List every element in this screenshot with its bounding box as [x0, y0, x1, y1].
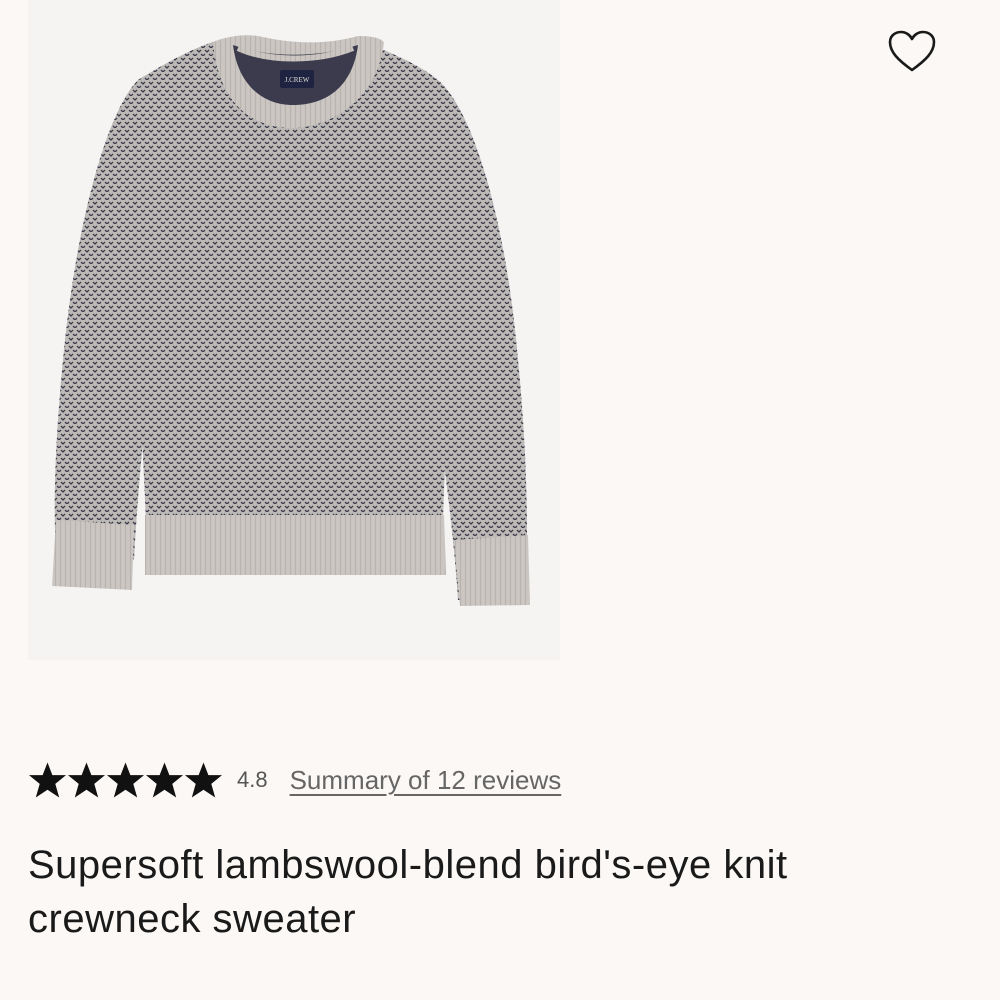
rating-value: 4.8 — [237, 767, 268, 792]
sweater-image: J.CREW — [52, 35, 530, 606]
product-title[interactable]: Supersoft lambswool-blend bird's-eye kni… — [28, 838, 928, 946]
star-rating — [28, 760, 223, 800]
favorite-button[interactable] — [886, 28, 938, 76]
star-filled-icon — [145, 762, 184, 798]
product-card: J.CREW 4.8 Summary of 12 reviews Superso… — [0, 0, 1000, 1000]
product-image[interactable]: J.CREW — [28, 0, 560, 660]
star-filled-icon — [67, 762, 106, 798]
heart-outline-icon — [888, 30, 936, 72]
star-filled-icon — [106, 762, 145, 798]
rating-row: 4.8 Summary of 12 reviews — [28, 758, 561, 802]
reviews-summary-link[interactable]: Summary of 12 reviews — [290, 765, 562, 796]
brand-label: J.CREW — [285, 76, 310, 84]
star-filled-icon — [28, 762, 67, 798]
star-filled-icon — [184, 762, 223, 798]
